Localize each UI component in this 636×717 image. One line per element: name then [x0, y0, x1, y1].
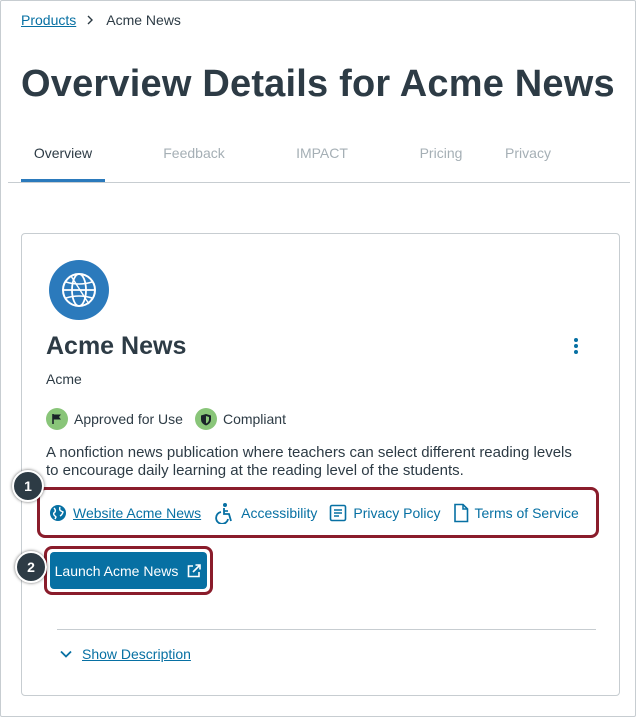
- tab-privacy[interactable]: Privacy: [500, 145, 556, 182]
- tab-pricing[interactable]: Pricing: [413, 145, 469, 182]
- company-name: Acme: [46, 371, 82, 387]
- tab-feedback[interactable]: Feedback: [158, 145, 230, 182]
- tab-overview[interactable]: Overview: [21, 145, 105, 182]
- show-description-label: Show Description: [82, 646, 191, 662]
- breadcrumb: Products Acme News: [21, 12, 181, 28]
- accessibility-icon: [213, 502, 235, 524]
- product-description: A nonfiction news publication where teac…: [46, 444, 572, 479]
- globe-icon: [49, 504, 67, 522]
- tab-impact[interactable]: IMPACT: [290, 145, 354, 182]
- more-options-icon[interactable]: [570, 336, 582, 356]
- divider: [57, 629, 596, 630]
- breadcrumb-current: Acme News: [106, 12, 181, 28]
- page-title: Overview Details for Acme News: [21, 63, 615, 105]
- launch-button-label: Launch Acme News: [54, 562, 179, 579]
- chevron-right-icon: [86, 15, 94, 25]
- product-name: Acme News: [46, 332, 187, 360]
- website-link[interactable]: Website Acme News: [49, 504, 201, 522]
- accessibility-link[interactable]: Accessibility: [213, 502, 317, 524]
- product-card: Acme News Acme Approved for Use Complian…: [21, 233, 620, 696]
- window-frame: Products Acme News Overview Details for …: [0, 0, 636, 717]
- shield-icon: [194, 408, 217, 430]
- tab-bar: Overview Feedback IMPACT Pricing Privacy: [8, 133, 630, 183]
- launch-button[interactable]: Launch Acme News: [50, 552, 207, 589]
- callout-1: 1: [12, 470, 44, 502]
- launch-highlight: Launch Acme News: [44, 546, 213, 595]
- privacy-policy-link-label: Privacy Policy: [353, 504, 441, 521]
- compliant-label: Compliant: [222, 411, 286, 427]
- compliant-badge: Compliant: [194, 408, 286, 430]
- chevron-down-icon: [60, 650, 72, 658]
- terms-of-service-link-label: Terms of Service: [474, 504, 579, 521]
- approved-badge: Approved for Use: [46, 408, 183, 430]
- globe-logo-icon: [49, 260, 109, 320]
- approved-label: Approved for Use: [74, 411, 183, 427]
- website-link-label: Website Acme News: [73, 504, 202, 521]
- terms-of-service-link[interactable]: Terms of Service: [453, 503, 579, 523]
- document-icon: [329, 504, 347, 522]
- flag-icon: [46, 408, 68, 430]
- show-description-toggle[interactable]: Show Description: [60, 646, 191, 662]
- accessibility-link-label: Accessibility: [241, 504, 318, 521]
- privacy-policy-link[interactable]: Privacy Policy: [329, 504, 441, 522]
- breadcrumb-products-link[interactable]: Products: [21, 12, 76, 28]
- badge-list: Approved for Use Compliant: [46, 408, 298, 430]
- file-icon: [453, 503, 469, 523]
- external-link-icon: [186, 563, 202, 579]
- links-highlight: Website Acme News Accessibility Privacy …: [37, 487, 599, 538]
- callout-2: 2: [15, 551, 47, 583]
